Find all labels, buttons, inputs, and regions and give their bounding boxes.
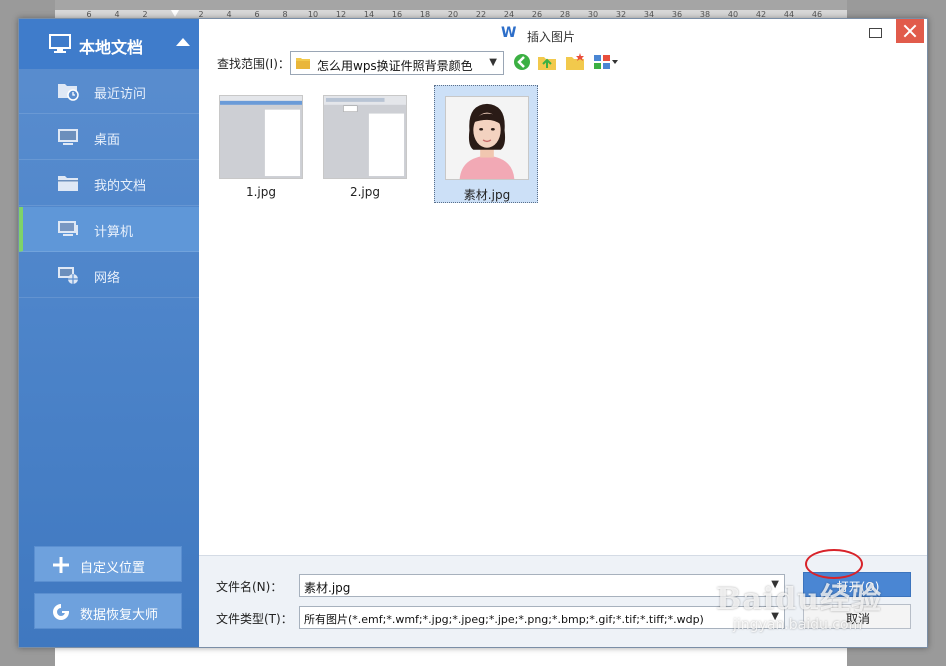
insert-picture-dialog: 本地文档 最近访问 桌面 我的文档 计算机 网络 自定义位置 数据恢复大师 W …	[18, 18, 928, 648]
custom-location-label: 自定义位置	[80, 561, 146, 576]
file-name: 1.jpg	[245, 185, 277, 199]
sidebar-item-computer[interactable]: 计算机	[19, 207, 199, 252]
dialog-title-bar: W 插入图片	[199, 19, 927, 49]
file-type-select[interactable]: 所有图片(*.emf;*.wmf;*.jpg;*.jpeg;*.jpe;*.pn…	[299, 606, 785, 629]
file-type-value: 所有图片(*.emf;*.wmf;*.jpg;*.jpeg;*.jpe;*.pn…	[304, 613, 704, 626]
look-in-label: 查找范围(I)：	[217, 57, 290, 71]
up-folder-icon[interactable]	[537, 52, 557, 72]
look-in-value: 怎么用wps换证件照背景颜色	[317, 59, 473, 73]
recovery-icon	[53, 604, 69, 620]
network-icon	[58, 267, 78, 284]
wps-logo: W	[501, 25, 517, 41]
sidebar-item-desktop[interactable]: 桌面	[19, 115, 199, 160]
file-name-value: 素材.jpg	[304, 581, 351, 595]
restore-icon	[869, 28, 882, 38]
file-thumbnail	[323, 95, 407, 179]
sidebar-item-recent[interactable]: 最近访问	[19, 69, 199, 114]
collapse-arrow-icon[interactable]	[176, 38, 190, 46]
sidebar: 本地文档 最近访问 桌面 我的文档 计算机 网络 自定义位置 数据恢复大师	[19, 19, 199, 647]
view-menu-icon[interactable]	[593, 52, 619, 72]
sidebar-header[interactable]: 本地文档	[19, 19, 199, 69]
restore-button[interactable]	[863, 23, 887, 43]
folder-icon	[296, 58, 310, 69]
file-type-label: 文件类型(T)：	[216, 612, 293, 626]
desktop-icon	[58, 129, 78, 145]
file-item-selected[interactable]: 素材.jpg	[434, 85, 538, 203]
file-name-label: 文件名(N)：	[216, 580, 283, 594]
chevron-down-icon: ▼	[489, 57, 497, 68]
sidebar-item-label: 最近访问	[94, 87, 147, 102]
monitor-icon	[49, 34, 71, 53]
indent-marker[interactable]	[171, 10, 179, 17]
sidebar-item-label: 桌面	[94, 133, 121, 148]
sidebar-item-label: 网络	[94, 271, 121, 286]
new-folder-icon[interactable]	[565, 52, 585, 72]
data-recovery-label: 数据恢复大师	[80, 608, 159, 623]
sidebar-title: 本地文档	[79, 38, 144, 57]
dialog-title: 插入图片	[527, 30, 576, 44]
watermark-logo: Baidu经验	[716, 582, 882, 617]
app-background-top	[0, 0, 946, 10]
file-list: 1.jpg 2.jpg 素材.jpg	[199, 79, 927, 557]
portrait-thumbnail	[445, 96, 529, 180]
sidebar-item-my-documents[interactable]: 我的文档	[19, 161, 199, 206]
data-recovery-button[interactable]: 数据恢复大师	[34, 593, 182, 629]
recent-folder-icon	[58, 84, 79, 101]
file-thumbnail	[219, 95, 303, 179]
file-name: 2.jpg	[349, 185, 381, 199]
back-icon[interactable]	[512, 52, 532, 72]
watermark-url: jingyan.baidu.com	[733, 617, 863, 633]
sidebar-item-label: 计算机	[94, 225, 134, 240]
folder-icon	[58, 176, 78, 191]
computer-icon	[58, 221, 78, 236]
custom-location-button[interactable]: 自定义位置	[34, 546, 182, 582]
file-name-input[interactable]: 素材.jpg ▼	[299, 574, 785, 597]
plus-icon	[53, 557, 69, 573]
close-button[interactable]	[896, 19, 924, 43]
file-item[interactable]: 2.jpg	[313, 85, 417, 203]
file-name: 素材.jpg	[463, 188, 511, 202]
file-item[interactable]: 1.jpg	[209, 85, 313, 203]
sidebar-item-network[interactable]: 网络	[19, 253, 199, 298]
look-in-dropdown[interactable]: 怎么用wps换证件照背景颜色 ▼	[290, 51, 504, 75]
sidebar-item-label: 我的文档	[94, 179, 147, 194]
